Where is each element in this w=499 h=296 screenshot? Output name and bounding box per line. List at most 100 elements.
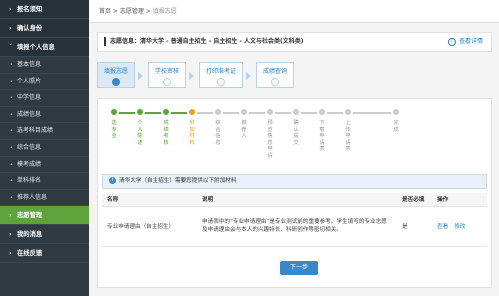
sidebar-sub-rank[interactable]: • 单科排名 <box>0 173 89 190</box>
sidebar-item-label: 我的消息 <box>17 231 43 239</box>
sidebar-item-application[interactable]: › 志愿管理 <box>0 206 89 226</box>
next-button[interactable]: 下一步 <box>280 261 318 275</box>
step-label: 下载申请表 <box>319 120 325 153</box>
sidebar-item-label: 报名须知 <box>17 6 43 13</box>
sidebar-item-feedback[interactable]: › 在线反馈 <box>0 244 89 264</box>
sidebar-item-identity[interactable]: › 确认身份 <box>0 19 89 38</box>
step-label: 选专业 <box>111 120 117 140</box>
sidebar-sub-label: 推荐人信息 <box>17 193 48 201</box>
bullet-icon: • <box>10 161 13 168</box>
step-dot <box>291 107 301 117</box>
column-header-required: 是否必填 <box>397 193 432 207</box>
tab-print-admission[interactable]: 打印准考证 <box>199 62 243 88</box>
tab-label: 打印准考证 <box>205 68 236 75</box>
bullet-icon: • <box>10 194 13 201</box>
column-header-name: 名称 <box>102 193 197 207</box>
step-item[interactable]: 完成 <box>390 107 402 133</box>
step-dot <box>213 107 223 117</box>
step-item[interactable]: 综合信息 <box>212 107 224 146</box>
arrow-right-icon <box>246 72 251 80</box>
step-item[interactable]: 成绩考核 <box>160 107 172 146</box>
step-item[interactable]: 上传申请表 <box>342 107 354 153</box>
tab-label: 成绩查询 <box>262 68 287 75</box>
sidebar-item-notice[interactable]: › 报名须知 <box>0 0 89 19</box>
edit-link[interactable]: 修改 <box>454 224 465 230</box>
step-dot <box>161 107 171 117</box>
sidebar-sub-label: 个人照片 <box>17 77 42 85</box>
sidebar-item-personal-info[interactable]: ˇ 填报个人信息 <box>0 38 89 57</box>
tab-fill-application[interactable]: 填报志愿 <box>97 62 135 88</box>
chevron-right-icon: › <box>9 212 12 220</box>
application-info-text: 志愿信息：清华大学 - 普通自主招生 - 自主招生 - 人文与社会类(文科类) <box>110 38 304 45</box>
materials-table: 名称 说明 是否必填 操作 专业申请理由（自主招生） 申请表中的“专业申请理由”… <box>102 193 487 247</box>
bullet-icon: • <box>10 128 13 135</box>
step-progress: 选专业 个人陈述 成绩考核 附加材料 综合信息 推荐人 预览信息申请 确认提交 … <box>108 107 408 167</box>
sidebar-sub-comprehensive[interactable]: • 综合信息 <box>0 140 89 157</box>
sidebar-item-label: 志愿管理 <box>17 212 43 220</box>
info-icon: i <box>109 177 116 184</box>
step-label: 确认提交 <box>293 120 299 146</box>
step-label: 上传申请表 <box>345 120 351 153</box>
tab-status-icon <box>217 78 225 86</box>
sidebar-sub-label: 中学信息 <box>17 94 42 102</box>
step-dot <box>135 107 145 117</box>
tab-status-icon <box>271 78 279 86</box>
sidebar-sub-mock[interactable]: • 模考成绩 <box>0 157 89 174</box>
sidebar-sub-basic[interactable]: • 基本信息 <box>0 57 89 74</box>
view-details-link[interactable]: i 查看详情 <box>447 33 483 51</box>
tab-score-query[interactable]: 成绩查询 <box>256 62 294 88</box>
bullet-icon: • <box>10 111 13 118</box>
bullet-icon: • <box>10 62 13 68</box>
sidebar-sub-scores[interactable]: • 成绩信息 <box>0 107 89 124</box>
material-actions: 查看 修改 <box>432 206 487 247</box>
chevron-down-icon: ˇ <box>9 44 13 51</box>
tab-label: 学校审核 <box>154 68 179 75</box>
view-link[interactable]: 查看 <box>437 224 448 230</box>
chevron-right-icon: › <box>9 6 12 13</box>
bullet-icon: • <box>10 144 13 151</box>
step-label: 完成 <box>393 120 399 133</box>
step-label: 附加材料 <box>189 120 195 146</box>
sidebar-item-messages[interactable]: › 我的消息 <box>0 225 89 245</box>
arrow-right-icon <box>189 72 194 80</box>
step-dot <box>343 107 353 117</box>
sidebar-sub-label: 成绩信息 <box>17 110 42 118</box>
step-dot <box>265 107 275 117</box>
breadcrumb-separator: > <box>111 8 120 15</box>
breadcrumb-home[interactable]: 首页 <box>99 8 111 15</box>
sidebar-sub-photo[interactable]: • 个人照片 <box>0 74 89 91</box>
material-description: 申请表中的“专业申请理由”是专业测试前的重要参考。学生填写的专业志愿及申请理由会… <box>197 206 397 247</box>
sidebar-sub-label: 模考成绩 <box>17 160 42 168</box>
step-dot <box>317 107 327 117</box>
step-item[interactable]: 下载申请表 <box>316 107 328 153</box>
bullet-icon: • <box>10 78 13 85</box>
step-item[interactable]: 推荐人 <box>238 107 250 140</box>
step-dot <box>109 107 119 117</box>
sidebar-sub-elective[interactable]: • 选考科目成绩 <box>0 123 89 140</box>
sidebar-sub-label: 选考科目成绩 <box>17 127 54 135</box>
step-dot <box>391 107 401 117</box>
step-item[interactable]: 个人陈述 <box>134 107 146 146</box>
step-dot <box>239 107 249 117</box>
column-header-description: 说明 <box>197 193 397 207</box>
step-item[interactable]: 预览信息申请 <box>264 107 276 160</box>
sidebar: › 报名须知 › 确认身份 ˇ 填报个人信息 • 基本信息 • 个人照片 • 中学信息 • 成… <box>0 0 89 296</box>
sidebar-sub-label: 单科排名 <box>17 177 42 185</box>
breadcrumb-application[interactable]: 志愿管理 <box>120 8 144 15</box>
step-item[interactable]: 选专业 <box>108 107 120 140</box>
material-required: 是 <box>397 206 432 247</box>
step-item[interactable]: 确认提交 <box>290 107 302 146</box>
accent-bar <box>104 37 106 46</box>
sidebar-sub-school[interactable]: • 中学信息 <box>0 90 89 107</box>
column-header-actions: 操作 <box>432 193 487 207</box>
sidebar-top: › 报名须知 › 确认身份 ˇ 填报个人信息 <box>0 0 89 57</box>
tab-status-icon <box>163 78 171 86</box>
sidebar-sub-referee[interactable]: • 推荐人信息 <box>0 190 89 207</box>
step-item-current[interactable]: 附加材料 <box>186 107 198 146</box>
sidebar-sub-label: 综合信息 <box>17 143 42 151</box>
application-info-bar: 志愿信息：清华大学 - 普通自主招生 - 自主招生 - 人文与社会类(文科类) … <box>97 32 492 52</box>
tab-school-review[interactable]: 学校审核 <box>148 62 186 88</box>
sidebar-item-label: 在线反馈 <box>17 250 43 258</box>
main-content: 首页 > 志愿管理 > 填报志愿 志愿信息：清华大学 - 普通自主招生 - 自主… <box>89 0 499 296</box>
step-label: 成绩考核 <box>163 120 169 146</box>
